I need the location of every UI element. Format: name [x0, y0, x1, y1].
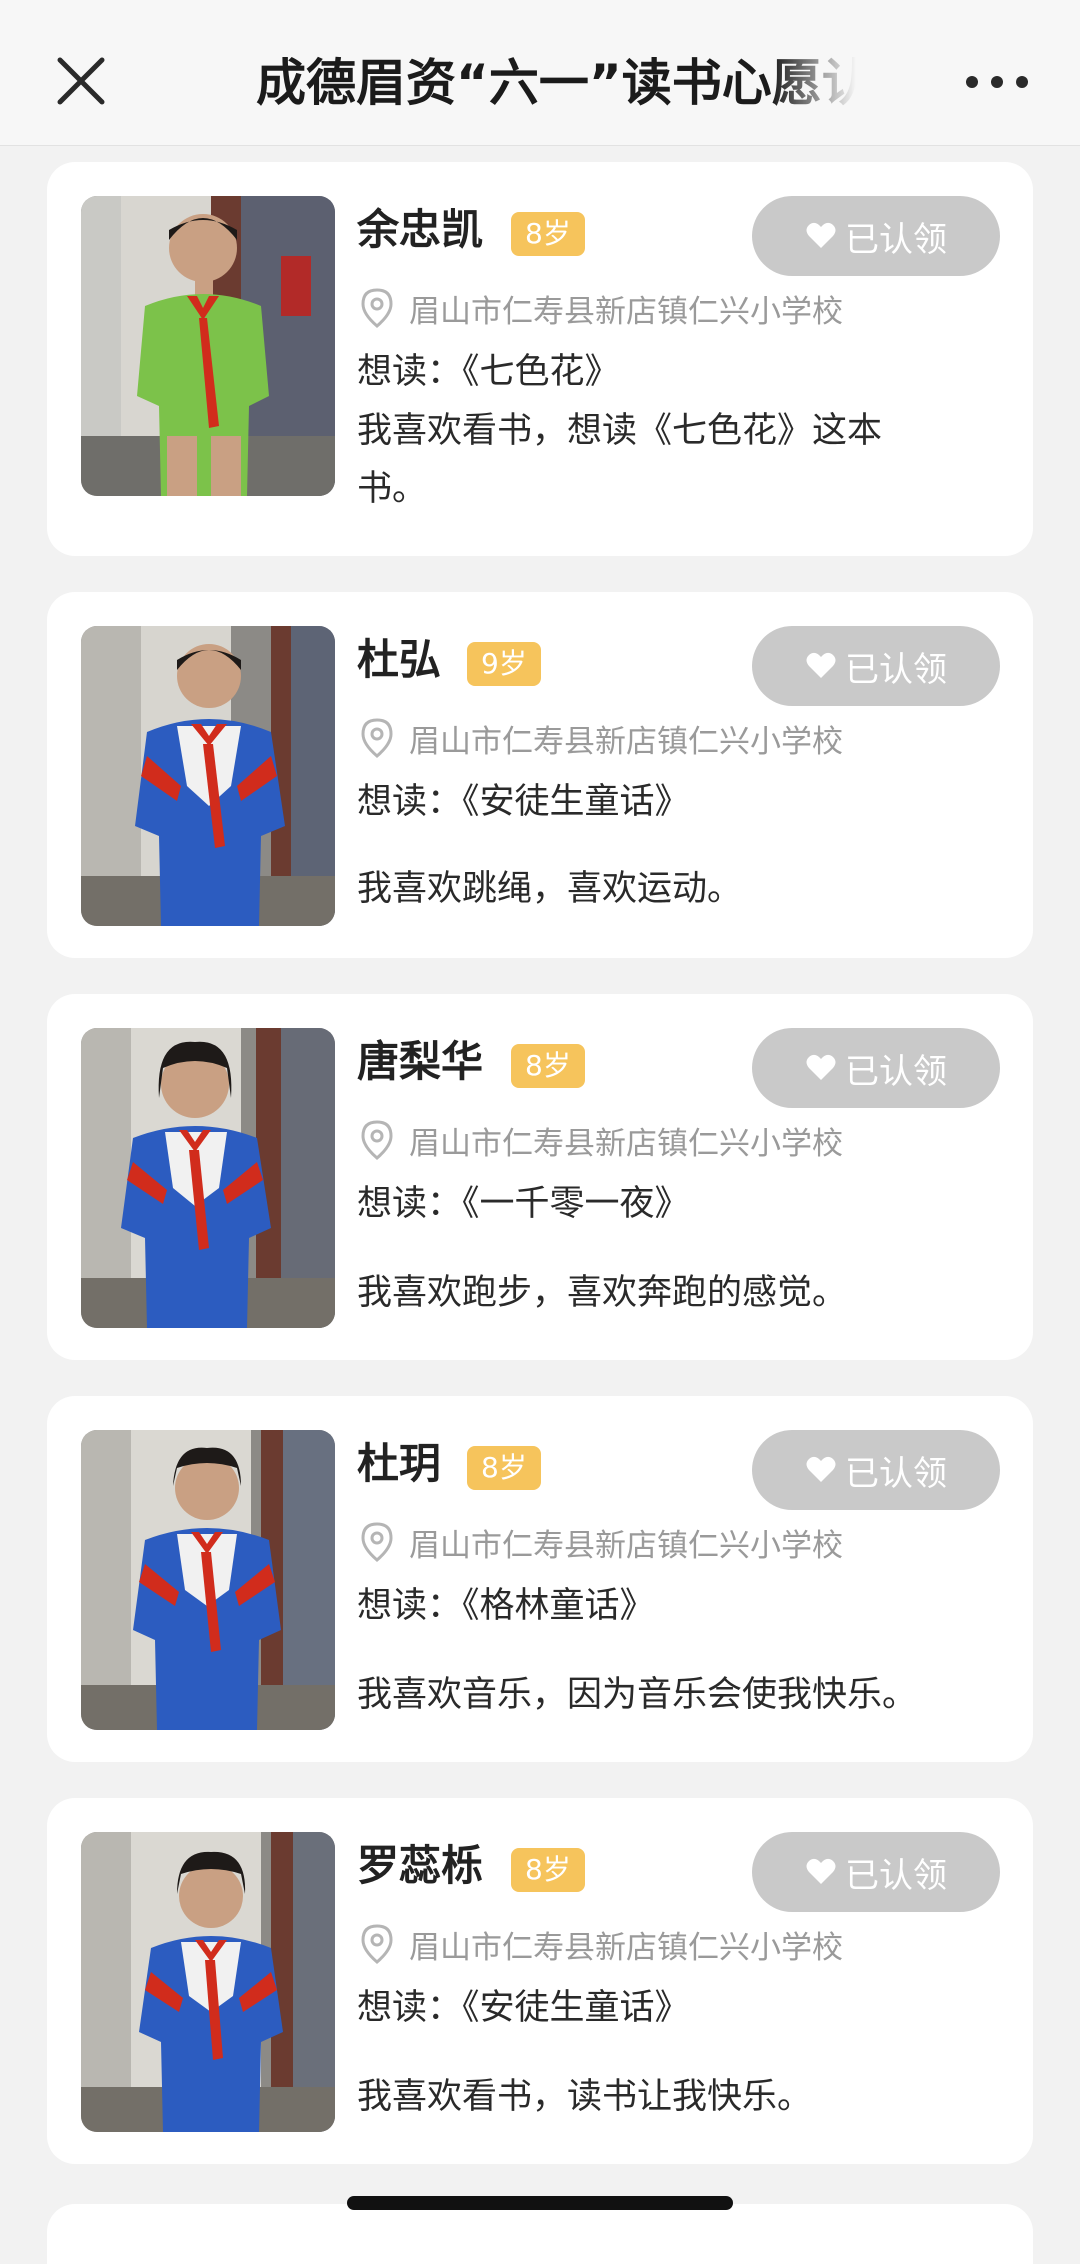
child-name: 余忠凯 [357, 205, 484, 254]
location-row: 眉山市仁寿县新店镇仁兴小学校 [357, 1118, 843, 1162]
heart-icon [806, 222, 836, 248]
heart-icon [806, 1456, 836, 1482]
age-badge: 9岁 [467, 642, 541, 686]
age-badge: 8岁 [511, 1044, 585, 1088]
adopted-button[interactable]: 已认领 [752, 196, 1000, 276]
adopted-button[interactable]: 已认领 [752, 1832, 1000, 1912]
adopted-button[interactable]: 已认领 [752, 1028, 1000, 1108]
age-badge: 8岁 [511, 1848, 585, 1892]
child-photo [81, 626, 335, 926]
child-name: 杜弘 [357, 635, 442, 684]
child-card[interactable]: 罗蕊栎 8岁 已认领 眉山市仁寿县新店镇仁兴小学校 想读：《安徒生童话》 我喜欢… [47, 1798, 1033, 2164]
adopted-button[interactable]: 已认领 [752, 626, 1000, 706]
child-photo [81, 1832, 335, 2132]
age-badge: 8岁 [511, 212, 585, 256]
adopted-button[interactable]: 已认领 [752, 1430, 1000, 1510]
heart-icon [806, 1054, 836, 1080]
top-bar: 成德眉资“六一”读书心愿认领 [0, 0, 1080, 146]
location-row: 眉山市仁寿县新店镇仁兴小学校 [357, 1922, 843, 1966]
wish-description: 我喜欢跳绳，喜欢运动。 [357, 869, 743, 909]
adopted-button-label: 已认领 [845, 649, 947, 690]
wish-description: 我喜欢看书，想读《七色花》这本书。 [357, 411, 883, 509]
child-name: 唐梨华 [357, 1037, 484, 1086]
location-pin-icon [361, 1522, 393, 1562]
page-title: 成德眉资“六一”读书心愿认领 [256, 54, 856, 112]
wish-book: 想读：《七色花》 [357, 352, 620, 392]
school-location: 眉山市仁寿县新店镇仁兴小学校 [409, 723, 843, 760]
child-photo [81, 1430, 335, 1730]
school-location: 眉山市仁寿县新店镇仁兴小学校 [409, 1527, 843, 1564]
wish-book: 想读：《安徒生童话》 [357, 782, 690, 822]
close-button[interactable] [50, 50, 112, 112]
child-photo [81, 1028, 335, 1328]
next-card-peek [47, 2204, 1033, 2264]
wish-book: 想读：《安徒生童话》 [357, 1988, 690, 2028]
location-row: 眉山市仁寿县新店镇仁兴小学校 [357, 1520, 843, 1564]
child-name: 罗蕊栎 [357, 1841, 484, 1890]
child-card[interactable]: 杜弘 9岁 已认领 眉山市仁寿县新店镇仁兴小学校 想读：《安徒生童话》 我喜欢跳… [47, 592, 1033, 958]
close-icon [57, 57, 105, 105]
wish-book: 想读：《格林童话》 [357, 1586, 655, 1626]
school-location: 眉山市仁寿县新店镇仁兴小学校 [409, 293, 843, 330]
heart-icon [806, 1858, 836, 1884]
wish-description: 我喜欢看书，读书让我快乐。 [357, 2077, 813, 2117]
child-name: 杜玥 [357, 1439, 442, 1488]
more-dots-icon[interactable] [966, 72, 1028, 92]
location-row: 眉山市仁寿县新店镇仁兴小学校 [357, 286, 843, 330]
child-card[interactable]: 唐梨华 8岁 已认领 眉山市仁寿县新店镇仁兴小学校 想读：《一千零一夜》 我喜欢… [47, 994, 1033, 1360]
child-photo [81, 196, 335, 496]
location-pin-icon [361, 1120, 393, 1160]
wish-book: 想读：《一千零一夜》 [357, 1184, 690, 1224]
age-badge: 8岁 [467, 1446, 541, 1490]
adopted-button-label: 已认领 [845, 1855, 947, 1896]
child-card[interactable]: 杜玥 8岁 已认领 眉山市仁寿县新店镇仁兴小学校 想读：《格林童话》 我喜欢音乐… [47, 1396, 1033, 1762]
home-indicator[interactable] [347, 2196, 733, 2210]
location-pin-icon [361, 718, 393, 758]
location-pin-icon [361, 1924, 393, 1964]
adopted-button-label: 已认领 [845, 219, 947, 260]
heart-icon [806, 652, 836, 678]
wish-description: 我喜欢音乐，因为音乐会使我快乐。 [357, 1675, 918, 1715]
school-location: 眉山市仁寿县新店镇仁兴小学校 [409, 1929, 843, 1966]
location-row: 眉山市仁寿县新店镇仁兴小学校 [357, 716, 843, 760]
adopted-button-label: 已认领 [845, 1453, 947, 1494]
child-card[interactable]: 余忠凯 8岁 已认领 眉山市仁寿县新店镇仁兴小学校 想读：《七色花》 我喜欢看书… [47, 162, 1033, 556]
location-pin-icon [361, 288, 393, 328]
adopted-button-label: 已认领 [845, 1051, 947, 1092]
school-location: 眉山市仁寿县新店镇仁兴小学校 [409, 1125, 843, 1162]
wish-description: 我喜欢跑步，喜欢奔跑的感觉。 [357, 1273, 848, 1313]
